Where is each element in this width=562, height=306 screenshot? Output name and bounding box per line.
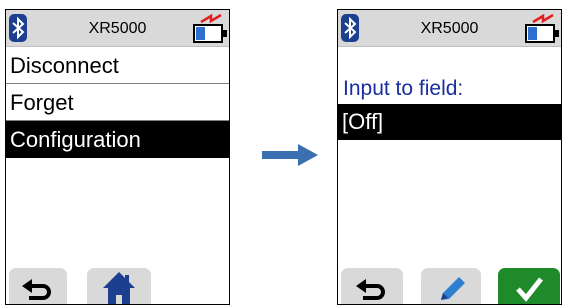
menu-item-configuration[interactable]: Configuration xyxy=(6,121,229,158)
back-button[interactable] xyxy=(9,268,67,304)
back-icon xyxy=(356,279,385,300)
status-bar: XR5000 xyxy=(338,10,561,47)
confirm-button[interactable] xyxy=(498,268,560,304)
transition-arrow-icon xyxy=(262,144,318,166)
edit-button[interactable] xyxy=(421,268,481,304)
status-bar: XR5000 xyxy=(6,10,229,47)
back-button[interactable] xyxy=(341,268,403,304)
home-icon xyxy=(103,272,135,304)
battery-charging-icon xyxy=(525,13,559,43)
menu-item-forget[interactable]: Forget xyxy=(6,84,229,121)
device-screen-input: XR5000 Input to field: [Off] xyxy=(337,9,562,305)
home-button[interactable] xyxy=(87,268,151,304)
menu-item-disconnect[interactable]: Disconnect xyxy=(6,47,229,84)
pencil-icon xyxy=(441,277,465,300)
checkmark-icon xyxy=(516,277,543,302)
device-screen-menu: XR5000 Disconnect Forget Configuration xyxy=(5,9,230,305)
field-value[interactable]: [Off] xyxy=(338,104,561,140)
back-icon xyxy=(22,279,51,300)
field-label: Input to field: xyxy=(343,77,464,100)
battery-charging-icon xyxy=(193,13,227,43)
